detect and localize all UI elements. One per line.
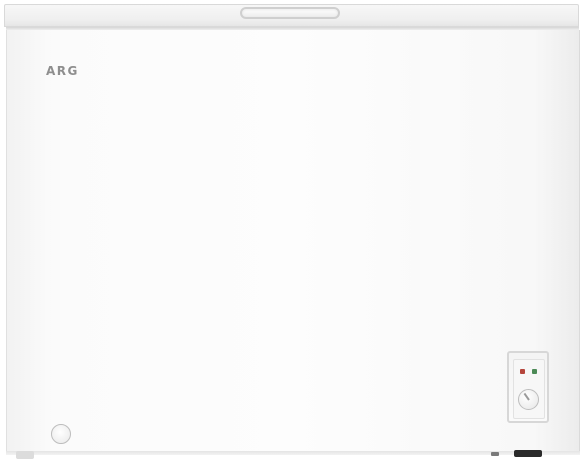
control-panel [507,351,549,423]
power-indicator-icon [520,369,525,374]
freezer-body [6,30,580,453]
drain-plug-icon[interactable] [51,424,71,444]
knob-marker [523,392,530,401]
lid-handle-icon[interactable] [240,7,340,19]
foot-left [16,451,34,459]
running-indicator-icon [532,369,537,374]
control-panel-inner [513,359,545,419]
brand-logo: ARG [46,64,79,78]
chest-freezer: ARG [0,0,583,459]
foot-right [514,450,542,457]
foot-clip [491,452,499,456]
thermostat-knob-icon[interactable] [518,389,539,410]
